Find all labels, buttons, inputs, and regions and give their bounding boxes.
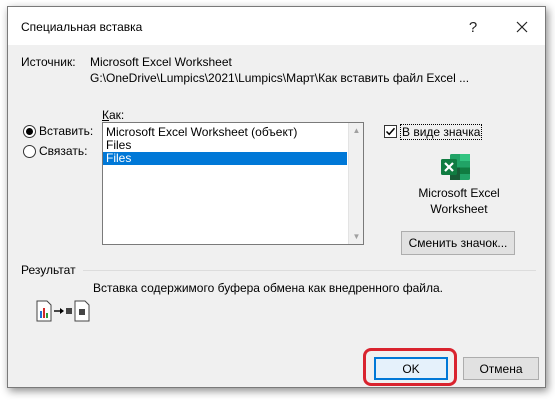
display-as-icon-label[interactable]: В виде значка xyxy=(400,124,483,140)
link-radio[interactable] xyxy=(23,145,36,158)
scroll-down-icon[interactable]: ▼ xyxy=(349,229,364,244)
icon-caption-line2: Worksheet xyxy=(430,202,488,216)
listbox-scrollbar[interactable]: ▲ ▼ xyxy=(348,123,363,244)
ok-button[interactable]: OK xyxy=(374,357,448,380)
result-divider xyxy=(83,270,536,271)
help-icon: ? xyxy=(468,18,478,36)
result-label: Результат xyxy=(21,263,76,277)
result-description: Вставка содержимого буфера обмена как вн… xyxy=(93,281,443,295)
paste-radio[interactable] xyxy=(23,125,36,138)
source-path: G:\OneDrive\Lumpics\2021\Lumpics\Март\Ка… xyxy=(90,71,470,85)
close-button[interactable] xyxy=(502,13,542,41)
change-icon-button[interactable]: Сменить значок... xyxy=(401,231,515,255)
list-item[interactable]: Files xyxy=(103,139,363,152)
embed-result-icon xyxy=(36,300,90,322)
scroll-up-icon[interactable]: ▲ xyxy=(349,123,364,138)
checkmark-icon xyxy=(385,127,396,136)
as-label: Как: xyxy=(102,108,125,122)
cancel-button[interactable]: Отмена xyxy=(463,357,539,380)
help-button[interactable]: ? xyxy=(453,13,493,41)
icon-caption: Microsoft Excel Worksheet xyxy=(412,185,506,217)
source-label: Источник: xyxy=(21,55,76,69)
icon-caption-line1: Microsoft Excel xyxy=(418,186,500,200)
list-item-selected[interactable]: Files xyxy=(103,152,347,165)
link-radio-label[interactable]: Связать: xyxy=(39,144,87,158)
title-bar: Специальная вставка ? xyxy=(8,7,545,45)
excel-file-icon xyxy=(441,154,470,180)
close-icon xyxy=(516,21,528,33)
dialog-title: Специальная вставка xyxy=(21,20,143,34)
paste-radio-label[interactable]: Вставить: xyxy=(39,124,93,138)
list-item[interactable]: Microsoft Excel Worksheet (объект) xyxy=(103,126,363,139)
display-as-icon-checkbox[interactable] xyxy=(384,125,397,138)
as-listbox[interactable]: Microsoft Excel Worksheet (объект) Files… xyxy=(102,122,364,245)
paste-special-dialog: Специальная вставка ? Источник: Microsof… xyxy=(7,6,546,388)
source-name: Microsoft Excel Worksheet xyxy=(90,55,232,69)
